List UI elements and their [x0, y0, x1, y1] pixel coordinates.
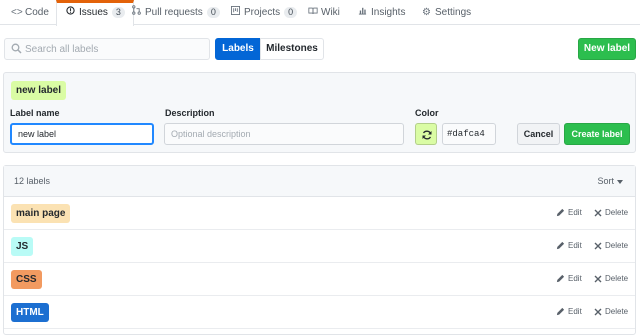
- delete-label-button[interactable]: Delete: [594, 307, 628, 316]
- code-icon: <>: [11, 7, 23, 18]
- edit-label-button[interactable]: Edit: [556, 208, 582, 217]
- delete-label: Delete: [605, 208, 629, 217]
- book-icon: [307, 0, 318, 25]
- x-icon: [594, 275, 602, 283]
- tab-issues[interactable]: Issues 3: [56, 0, 134, 26]
- git-pull-request-icon: [131, 0, 142, 25]
- search-labels-input[interactable]: [25, 39, 207, 59]
- sort-dropdown[interactable]: Sort: [597, 176, 623, 186]
- label-row: JS Edit Delete: [4, 230, 635, 263]
- edit-label: Edit: [568, 241, 582, 250]
- label-badge[interactable]: CSS: [11, 270, 42, 289]
- edit-label-button[interactable]: Edit: [556, 274, 582, 283]
- issues-count: 3: [111, 6, 125, 18]
- pencil-icon: [556, 308, 565, 316]
- tab-settings[interactable]: ⚙ Settings: [421, 0, 471, 25]
- x-icon: [594, 242, 602, 250]
- tab-insights[interactable]: Insights: [357, 0, 405, 25]
- pencil-icon: [556, 209, 565, 217]
- delete-label-button[interactable]: Delete: [594, 208, 628, 217]
- label-name-input[interactable]: [10, 123, 154, 145]
- edit-label-button[interactable]: Edit: [556, 241, 582, 250]
- issue-opened-icon: [65, 3, 76, 23]
- tab-pull-requests[interactable]: Pull requests 0: [131, 0, 220, 25]
- search-icon: [11, 43, 22, 54]
- x-icon: [594, 308, 602, 316]
- sync-icon: [422, 130, 432, 140]
- tab-code-label: Code: [25, 7, 49, 18]
- edit-label: Edit: [568, 208, 582, 217]
- description-input[interactable]: [164, 123, 404, 145]
- cancel-button[interactable]: Cancel: [517, 123, 560, 145]
- new-label-button[interactable]: New label: [578, 38, 636, 60]
- label-preview: new label: [11, 81, 67, 100]
- tab-code[interactable]: <> Code: [11, 0, 49, 25]
- caret-down-icon: [617, 179, 623, 184]
- randomize-color-button[interactable]: [415, 123, 437, 145]
- pencil-icon: [556, 275, 565, 283]
- delete-label-button[interactable]: Delete: [594, 274, 628, 283]
- label-name-heading: Label name: [10, 108, 60, 118]
- labels-tab-button[interactable]: Labels: [215, 38, 261, 60]
- labels-count: 12 labels: [14, 176, 51, 186]
- label-row: CSS Edit Delete: [4, 263, 635, 296]
- label-badge[interactable]: main page: [11, 204, 71, 223]
- label-badge[interactable]: JS: [11, 237, 34, 256]
- label-row: main page Edit Delete: [4, 197, 635, 230]
- x-icon: [594, 209, 602, 217]
- tab-projects[interactable]: Projects 0: [230, 0, 298, 25]
- label-badge[interactable]: HTML: [11, 303, 49, 322]
- description-heading: Description: [165, 108, 215, 118]
- tab-wiki[interactable]: Wiki: [307, 0, 340, 25]
- delete-label: Delete: [605, 307, 629, 316]
- labels-list: 12 labels Sort main page Edit Delete JS …: [3, 165, 636, 335]
- edit-label-button[interactable]: Edit: [556, 307, 582, 316]
- delete-label: Delete: [605, 241, 629, 250]
- project-icon: [230, 0, 241, 25]
- pencil-icon: [556, 242, 565, 250]
- edit-label: Edit: [568, 274, 582, 283]
- search-labels-box: [4, 38, 210, 60]
- tab-projects-label: Projects: [244, 7, 281, 18]
- labels-list-header: 12 labels Sort: [4, 166, 635, 197]
- label-row: HTML Edit Delete: [4, 296, 635, 329]
- graph-icon: [357, 0, 368, 25]
- sort-label: Sort: [597, 176, 614, 186]
- projects-count: 0: [284, 6, 298, 18]
- create-label-button[interactable]: Create label: [564, 123, 630, 145]
- delete-label: Delete: [605, 274, 629, 283]
- tab-wiki-label: Wiki: [321, 7, 340, 18]
- tab-insights-label: Insights: [371, 7, 406, 18]
- pull-requests-count: 0: [206, 6, 220, 18]
- milestones-tab-button[interactable]: Milestones: [260, 38, 324, 60]
- gear-icon: ⚙: [422, 7, 431, 18]
- repo-tabs: <> Code Issues 3 Pull requests 0 Projects 0 …: [0, 0, 640, 26]
- color-heading: Color: [415, 108, 439, 118]
- tab-issues-label: Issues: [79, 7, 108, 18]
- delete-label-button[interactable]: Delete: [594, 241, 628, 250]
- color-hex-input[interactable]: [442, 123, 496, 145]
- tab-pull-requests-label: Pull requests: [145, 7, 203, 18]
- edit-label: Edit: [568, 307, 582, 316]
- tab-settings-label: Settings: [435, 7, 472, 18]
